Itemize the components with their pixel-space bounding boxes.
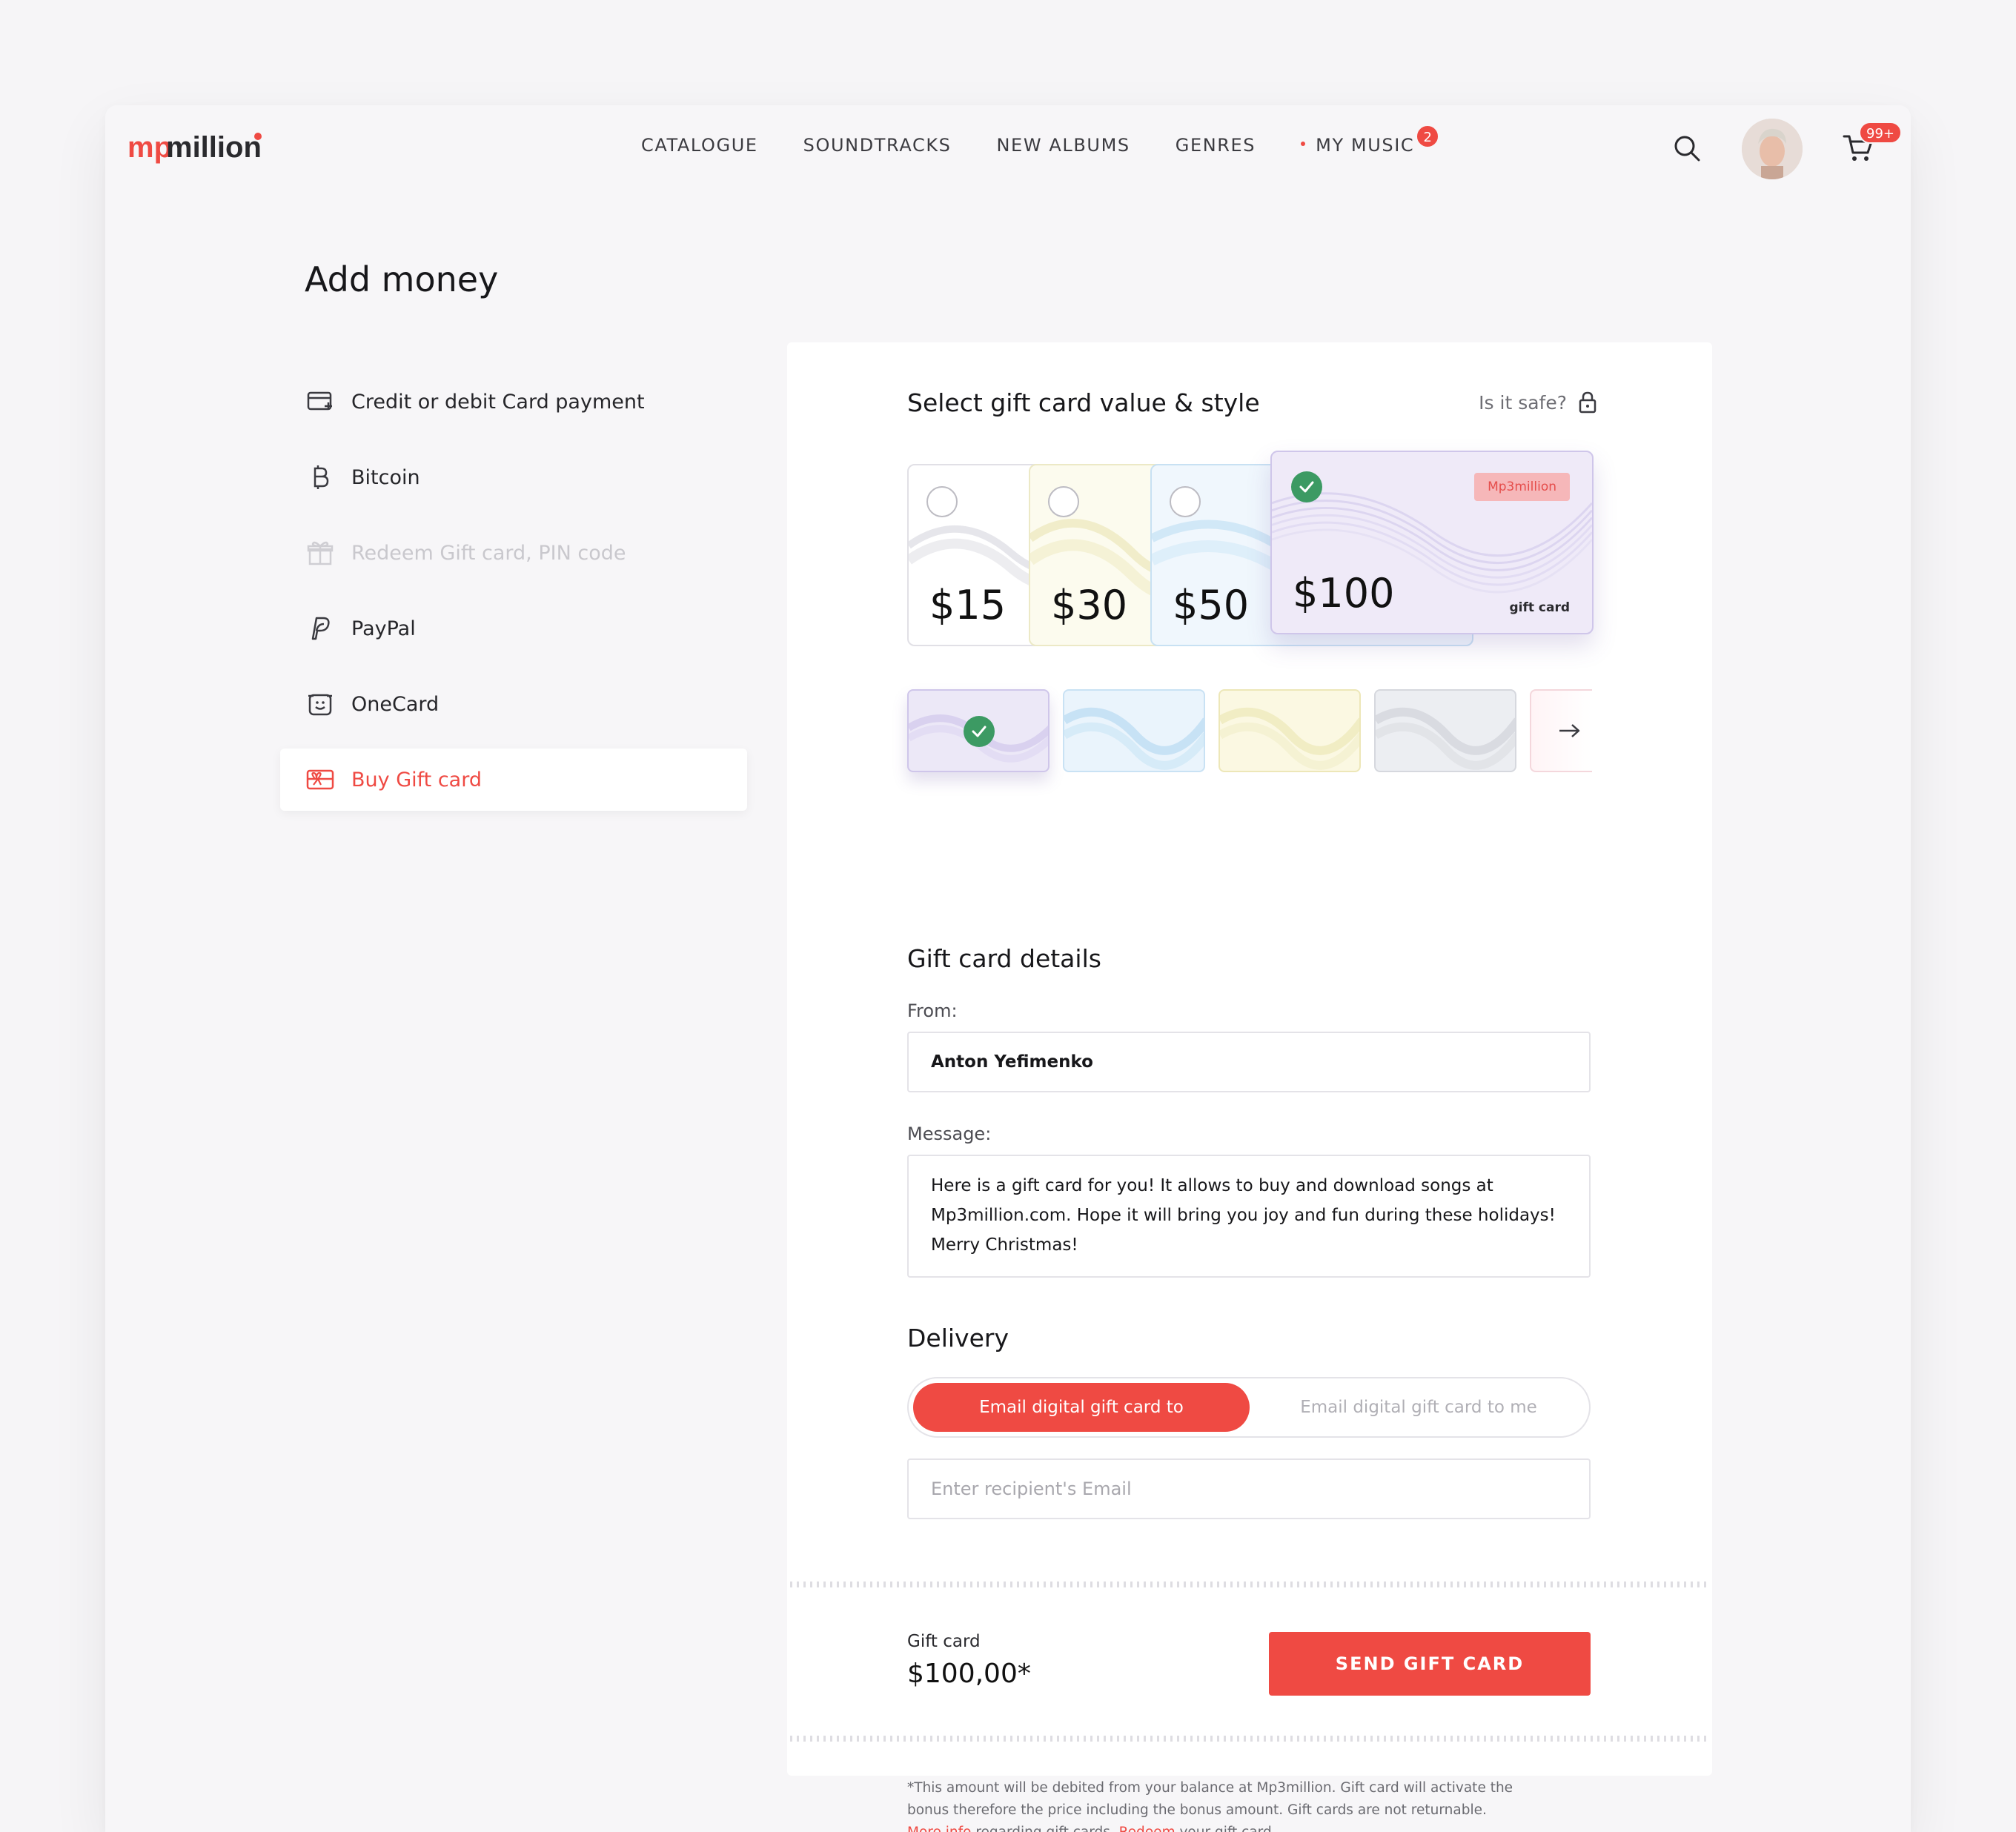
selected-check-icon	[964, 716, 995, 747]
value-amount: $50	[1173, 582, 1250, 628]
search-icon[interactable]	[1672, 133, 1702, 163]
redeem-link[interactable]: Redeem	[1119, 1825, 1176, 1832]
svg-text:mp: mp	[127, 131, 172, 164]
from-field[interactable]: Anton Yefimenko	[907, 1032, 1591, 1092]
styles-next-button[interactable]	[1530, 689, 1592, 772]
sidebar-item-buy-gift-card[interactable]: Buy Gift card	[280, 749, 747, 811]
total-label: Gift card	[907, 1632, 981, 1651]
value-amount: $15	[929, 582, 1007, 628]
delivery-option-to[interactable]: Email digital gift card to	[913, 1383, 1250, 1432]
new-indicator-dot	[1301, 142, 1306, 146]
footnote-line: *This amount will be debited from your b…	[907, 1780, 1513, 1796]
more-info-link[interactable]: More info	[907, 1825, 971, 1832]
sidebar-item-credit-card[interactable]: Credit or debit Card payment	[280, 371, 747, 433]
sidebar-item-label: Credit or debit Card payment	[351, 390, 645, 414]
total-value: $100,00*	[907, 1659, 1031, 1689]
value-amount: $100	[1293, 570, 1395, 617]
card-icon	[305, 387, 335, 416]
sidebar-item-label: Bitcoin	[351, 465, 420, 489]
section-title-delivery: Delivery	[907, 1324, 1009, 1353]
value-radio[interactable]	[1048, 486, 1079, 517]
sidebar-item-paypal[interactable]: PayPal	[280, 597, 747, 660]
sidebar-item-label: OneCard	[351, 692, 440, 716]
avatar-image	[1742, 119, 1803, 179]
sidebar-item-onecard[interactable]: OneCard	[280, 673, 747, 735]
wave-pattern	[1376, 707, 1515, 770]
selected-check-icon	[1291, 471, 1322, 502]
send-gift-card-button[interactable]: SEND GIFT CARD	[1269, 1632, 1591, 1696]
message-line: Here is a gift card for you! It allows t…	[931, 1176, 1493, 1195]
value-amount: $30	[1051, 582, 1128, 628]
gift-card-panel: Select gift card value & style Is it saf…	[787, 342, 1712, 1832]
wave-pattern	[1220, 707, 1359, 770]
sidebar-item-bitcoin[interactable]: Bitcoin	[280, 446, 747, 508]
page-title: Add money	[305, 259, 499, 299]
mp3million-logo[interactable]: mp million	[127, 126, 283, 169]
onecard-icon	[305, 689, 335, 719]
footnote-text: your gift card.	[1176, 1825, 1276, 1832]
paypal-icon	[305, 614, 335, 643]
svg-text:million: million	[166, 131, 262, 164]
sidebar-item-label: Redeem Gift card, PIN code	[351, 541, 626, 565]
delivery-toggle: Email digital gift card to Email digital…	[907, 1377, 1591, 1438]
gift-icon	[305, 538, 335, 568]
perforation-divider	[790, 1736, 1709, 1742]
value-card-100[interactable]: Mp3million $100 gift card	[1270, 451, 1594, 634]
footnote-line: More info regarding gift cards. Redeem y…	[907, 1822, 1559, 1832]
perforation-divider	[790, 1582, 1709, 1587]
footnote-text: regarding gift cards.	[971, 1825, 1118, 1832]
card-caption: gift card	[1509, 600, 1570, 615]
nav-catalogue[interactable]: CATALOGUE	[641, 135, 758, 156]
is-it-safe-link[interactable]: Is it safe?	[1479, 391, 1596, 414]
nav-new-albums[interactable]: NEW ALBUMS	[997, 135, 1130, 156]
top-header: mp million CATALOGUE SOUNDTRACKS NEW ALB…	[105, 105, 1911, 187]
arrow-right-icon	[1559, 724, 1580, 737]
main-nav: CATALOGUE SOUNDTRACKS NEW ALBUMS GENRES …	[641, 125, 1440, 156]
message-line: Merry Christmas!	[931, 1235, 1078, 1255]
message-label: Message:	[907, 1124, 992, 1144]
recipient-email-input[interactable]: Enter recipient's Email	[907, 1458, 1591, 1519]
nav-my-music[interactable]: MY MUSIC 2	[1301, 125, 1440, 156]
payment-method-menu: Credit or debit Card payment Bitcoin Red…	[280, 371, 747, 824]
value-radio[interactable]	[1170, 486, 1201, 517]
footnote: *This amount will be debited from your b…	[907, 1777, 1559, 1832]
bitcoin-icon	[305, 462, 335, 492]
nav-my-music-label: MY MUSIC	[1316, 135, 1415, 156]
my-music-count-badge: 2	[1416, 125, 1440, 148]
cart-count-badge: 99+	[1859, 122, 1902, 144]
message-field[interactable]: Here is a gift card for you! It allows t…	[907, 1155, 1591, 1278]
user-avatar[interactable]	[1742, 119, 1803, 179]
nav-soundtracks[interactable]: SOUNDTRACKS	[803, 135, 952, 156]
style-thumb-lavender[interactable]	[907, 689, 1050, 772]
style-thumb-yellow[interactable]	[1218, 689, 1361, 772]
value-radio[interactable]	[926, 486, 958, 517]
section-title-details: Gift card details	[907, 944, 1101, 973]
section-title-value-style: Select gift card value & style	[907, 388, 1260, 417]
sidebar-item-label: Buy Gift card	[351, 768, 482, 791]
from-label: From:	[907, 1000, 958, 1021]
style-thumb-grey[interactable]	[1374, 689, 1516, 772]
nav-genres[interactable]: GENRES	[1176, 135, 1256, 156]
lock-icon	[1579, 391, 1596, 414]
footnote-line: bonus therefore the price including the …	[907, 1802, 1487, 1818]
delivery-option-me[interactable]: Email digital gift card to me	[1250, 1383, 1588, 1432]
app-window: mp million CATALOGUE SOUNDTRACKS NEW ALB…	[105, 105, 1911, 1832]
card-brand-tag: Mp3million	[1474, 473, 1570, 501]
sidebar-item-redeem[interactable]: Redeem Gift card, PIN code	[280, 522, 747, 584]
is-it-safe-label: Is it safe?	[1479, 391, 1567, 414]
message-line: Mp3million.com. Hope it will bring you j…	[931, 1206, 1556, 1225]
sidebar-item-label: PayPal	[351, 617, 416, 640]
gift-card-icon	[305, 765, 335, 794]
style-thumb-blue[interactable]	[1063, 689, 1205, 772]
wave-pattern	[1064, 707, 1204, 770]
